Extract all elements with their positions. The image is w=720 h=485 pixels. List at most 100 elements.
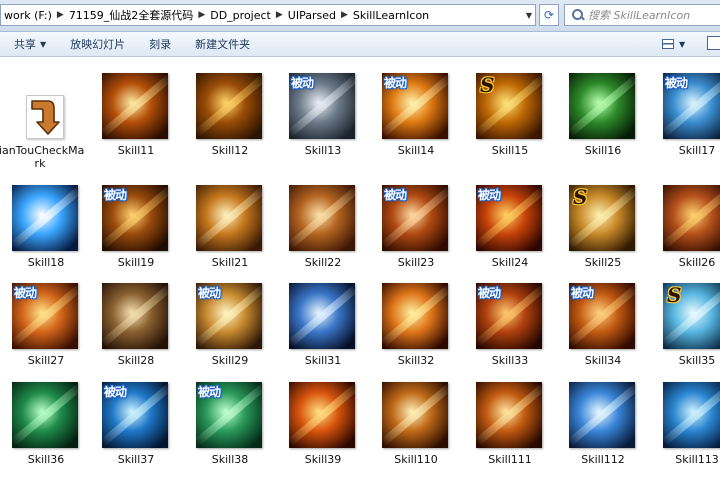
file-name-label: Skill22: [304, 256, 342, 269]
address-dropdown-icon[interactable]: ▼: [522, 5, 536, 25]
fire-pillar-skill-icon: [382, 283, 448, 349]
flame-skill-icon: 被动: [476, 185, 542, 251]
passive-badge: 被动: [198, 385, 221, 399]
passive-badge: 被动: [14, 286, 37, 300]
file-name-label: Skill39: [304, 453, 342, 466]
breadcrumb-drive[interactable]: work (F:): [1, 9, 55, 22]
breadcrumb-separator-icon[interactable]: ▶: [274, 10, 285, 20]
holy-cross-skill-icon: 被动: [382, 185, 448, 251]
slideshow-button-label: 放映幻灯片: [70, 38, 126, 51]
fire-swirl-skill-icon: 被动: [382, 73, 448, 139]
file-name-label: Skill27: [27, 354, 65, 367]
file-name-label: Skill17: [678, 144, 716, 157]
file-name-label: Skill24: [491, 256, 529, 269]
artwork-streak: [196, 73, 262, 137]
s-rank-badge: S: [573, 185, 588, 209]
new-folder-button-label: 新建文件夹: [195, 38, 251, 51]
multi-blade-skill-icon: [102, 283, 168, 349]
address-bar-row: work (F:) ▶ 71159_仙战2全套源代码 ▶ DD_project …: [0, 0, 720, 32]
artwork-streak: [196, 185, 262, 249]
passive-badge: 被动: [384, 188, 407, 202]
artwork-streak: [569, 382, 635, 446]
green-arrow-skill-icon: [569, 73, 635, 139]
slideshow-button[interactable]: 放映幻灯片: [58, 32, 137, 56]
breadcrumb-separator-icon[interactable]: ▶: [339, 10, 350, 20]
file-name-label: Skill21: [211, 256, 249, 269]
arrows-skill-icon: [196, 73, 262, 139]
chevron-down-icon: ▼: [40, 39, 47, 49]
passive-badge: 被动: [384, 76, 407, 90]
artwork-streak: [289, 283, 355, 347]
file-name-label: JianTouCheckMark: [0, 144, 85, 170]
power-fist-skill-icon: 被动: [12, 283, 78, 349]
golden-spear-skill-icon: [382, 382, 448, 448]
shield-skill-icon: [663, 185, 720, 251]
command-toolbar: 共享 ▼ 放映幻灯片 刻录 新建文件夹: [0, 32, 720, 57]
eagle-skill-icon: 被动: [289, 73, 355, 139]
file-name-label: Skill28: [117, 354, 155, 367]
ice-shards-skill-icon: S: [663, 283, 720, 349]
chevron-down-icon: ▼: [679, 39, 686, 49]
file-name-label: Skill18: [27, 256, 65, 269]
file-name-label: Skill35: [678, 354, 716, 367]
gold-rings-skill-icon: S: [476, 73, 542, 139]
share-button[interactable]: 共享 ▼: [0, 32, 58, 56]
breadcrumb-uiparsed[interactable]: UIParsed: [285, 9, 339, 22]
file-name-label: Skill113: [675, 453, 719, 466]
artwork-streak: [382, 283, 448, 347]
artwork-streak: [102, 283, 168, 347]
search-box[interactable]: [564, 4, 720, 26]
s-rank-badge: S: [480, 73, 495, 97]
artwork-streak: [12, 382, 78, 446]
ice-arrows-skill-icon: [569, 382, 635, 448]
artwork-streak: [569, 73, 635, 137]
file-name-label: Skill31: [304, 354, 342, 367]
artwork-streak: [382, 382, 448, 446]
file-name-label: Skill112: [581, 453, 625, 466]
file-name-label: Skill34: [584, 354, 622, 367]
wind-slash-skill-icon: [196, 185, 262, 251]
file-name-label: Skill36: [27, 453, 65, 466]
breadcrumb-separator-icon[interactable]: ▶: [196, 10, 207, 20]
file-name-label: Skill25: [584, 256, 622, 269]
address-bar[interactable]: work (F:) ▶ 71159_仙战2全套源代码 ▶ DD_project …: [0, 4, 536, 26]
burn-button[interactable]: 刻录: [137, 32, 183, 56]
file-name-label: Skill23: [397, 256, 435, 269]
artwork-streak: [12, 185, 78, 249]
passive-badge: 被动: [104, 385, 127, 399]
breadcrumb-project-root[interactable]: 71159_仙战2全套源代码: [66, 7, 197, 23]
refresh-icon[interactable]: ⟳: [539, 4, 559, 26]
file-name-label: Skill19: [117, 256, 155, 269]
breadcrumb-separator-icon[interactable]: ▶: [55, 10, 66, 20]
file-name-label: Skill29: [211, 354, 249, 367]
blue-orb-skill-icon: 被动: [102, 382, 168, 448]
spear-skill-icon: [102, 73, 168, 139]
file-name-label: Skill16: [584, 144, 622, 157]
breadcrumb-skilllearnicon[interactable]: SkillLearnIcon: [350, 9, 432, 22]
water-wave-skill-icon: [663, 382, 720, 448]
arrow-file-icon: [26, 95, 64, 139]
green-aura-skill-icon: [12, 382, 78, 448]
breadcrumb-dd-project[interactable]: DD_project: [207, 9, 274, 22]
file-name-label: Skill33: [491, 354, 529, 367]
search-input[interactable]: [586, 7, 720, 23]
artwork-streak: [102, 73, 168, 137]
sword-skill-icon: S: [569, 185, 635, 251]
passive-badge: 被动: [665, 76, 688, 90]
fire-hand-skill-icon: 被动: [476, 283, 542, 349]
new-folder-button[interactable]: 新建文件夹: [183, 32, 262, 56]
file-name-label: Skill111: [488, 453, 532, 466]
passive-badge: 被动: [571, 286, 594, 300]
artwork-streak: [476, 382, 542, 446]
file-name-label: Skill15: [491, 144, 529, 157]
artwork-streak: [663, 185, 720, 249]
preview-pane-icon[interactable]: [707, 36, 720, 50]
radiant-wheel-skill-icon: 被动: [196, 283, 262, 349]
change-view-button[interactable]: ▼: [662, 36, 696, 52]
blue-burst-skill-icon: [12, 185, 78, 251]
file-name-label: Skill38: [211, 453, 249, 466]
artwork-streak: [289, 382, 355, 446]
lightning-skill-icon: [289, 283, 355, 349]
search-icon: [569, 6, 586, 24]
fireball-skill-icon: [289, 382, 355, 448]
